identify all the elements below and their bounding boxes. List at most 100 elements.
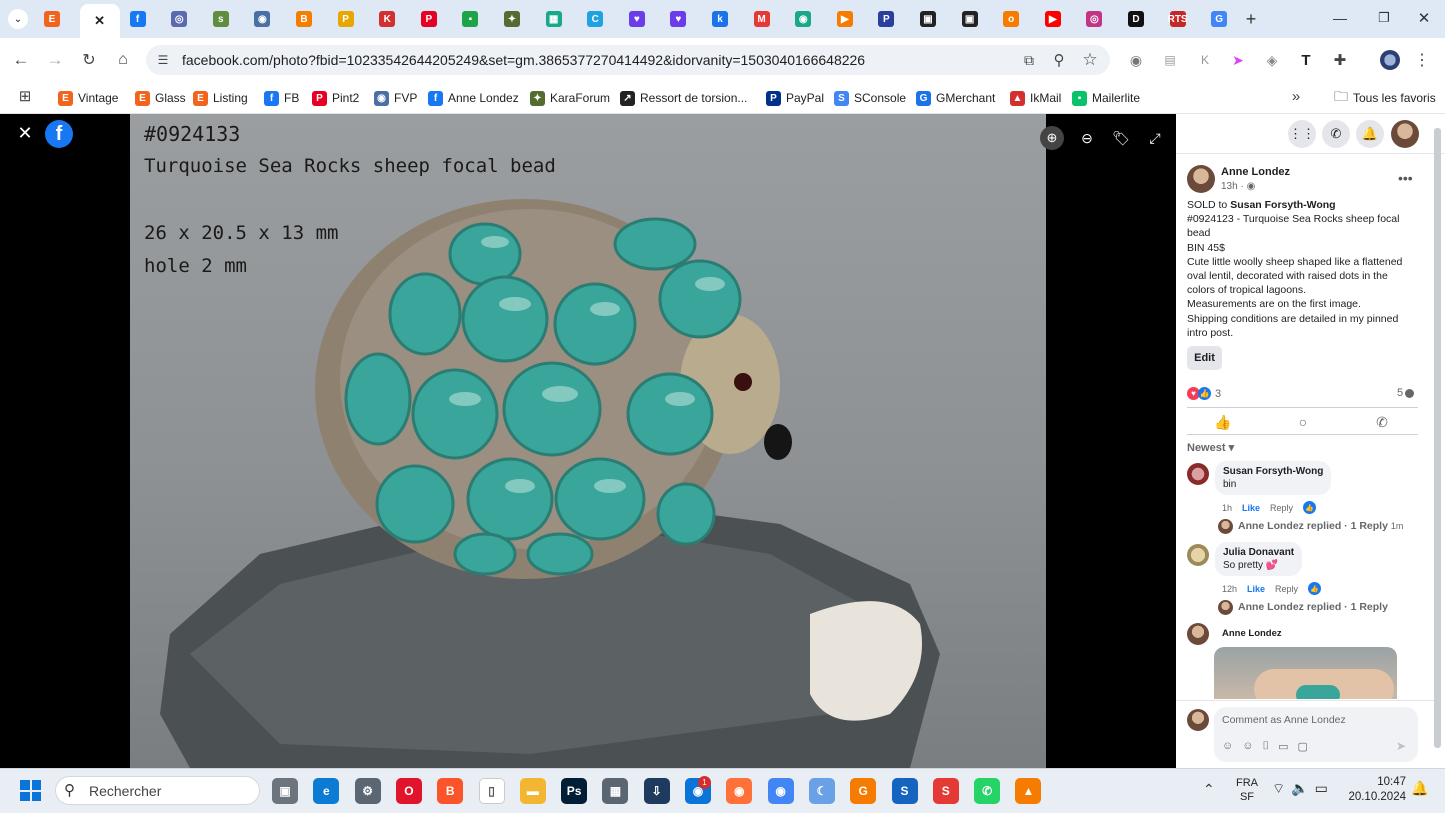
bookmark-item[interactable]: ↗ Ressort de torsion... [620,88,747,108]
comment-like-link[interactable]: Like [1242,503,1260,513]
bookmark-item[interactable]: f Anne Londez [428,88,519,108]
browser-tab[interactable]: k [706,6,734,32]
text-tool-icon[interactable]: T [1296,50,1316,70]
bookmark-star-icon[interactable]: ☆ [1080,50,1100,70]
browser-tab[interactable]: C [581,6,609,32]
browser-tab[interactable]: E [38,6,66,32]
brave-icon[interactable]: B [437,778,464,804]
bookmark-item[interactable]: P PayPal [766,88,824,108]
comment-author[interactable]: Susan Forsyth-Wong [1223,465,1323,478]
browser-tab[interactable]: B [290,6,318,32]
browser-tab[interactable]: ✦ [498,6,526,32]
browser-tab[interactable]: ▪ [456,6,484,32]
extensions-puzzle-icon[interactable]: ✚ [1330,50,1350,70]
replies-link[interactable]: Anne Londez replied · 1 Reply [1238,601,1388,613]
tag-icon[interactable]: 🏷 [1109,126,1133,150]
browser-tab[interactable]: ▣ [956,6,984,32]
photoshop-icon[interactable]: Ps [561,778,588,804]
gif-icon[interactable]: ▭ [1278,740,1288,753]
camera-icon[interactable]: ⌷ [1262,740,1269,753]
browser-tab[interactable]: ◉ [248,6,276,32]
forward-icon[interactable]: → [44,50,66,70]
browser-tab[interactable]: ▶ [831,6,859,32]
edit-button[interactable]: Edit [1187,346,1222,370]
like-action-icon[interactable]: 👍 [1212,413,1234,431]
post-time[interactable]: 13h · ◉ [1221,181,1255,192]
post-author[interactable]: Anne Londez [1221,166,1290,178]
tab-search-icon[interactable]: ⌄ [8,9,28,29]
comment-author[interactable]: Julia Donavant [1223,546,1294,559]
reaction-summary[interactable]: ♥ 👍 3 [1187,387,1221,400]
opera-icon[interactable]: O [395,778,422,804]
commenter-avatar[interactable] [1187,623,1209,645]
extension-icon[interactable]: ◈ [1262,50,1282,70]
browser-tab[interactable]: ✕ [79,4,120,38]
browser-tab[interactable]: D [1122,6,1150,32]
app-icon[interactable]: ⇩ [643,778,670,804]
comment-action-icon[interactable]: ○ [1292,413,1314,431]
apps-grid-icon[interactable]: ⊞ [16,87,34,105]
bookmark-item[interactable]: ▪ Mailerlite [1072,88,1140,108]
bookmark-item[interactable]: ▲ IkMail [1010,88,1061,108]
close-viewer-icon[interactable]: ✕ [14,122,36,144]
comment-like-link[interactable]: Like [1247,584,1265,594]
zoom-icon[interactable]: ⚲ [1049,50,1069,70]
back-icon[interactable]: ← [10,50,32,70]
reload-icon[interactable]: ↻ [78,50,100,70]
browser-tab[interactable]: ◎ [165,6,193,32]
comment-image[interactable] [1214,647,1397,699]
app-icon[interactable]: G [850,778,877,804]
messenger-icon[interactable]: ✆ [1322,120,1350,148]
more-bookmarks-icon[interactable]: » [1288,87,1304,105]
settings-icon[interactable]: ⚙ [354,778,381,804]
zoom-out-icon[interactable]: ⊖ [1075,126,1099,150]
extension-icon[interactable]: ◉ [1126,50,1146,70]
browser-tab[interactable]: o [997,6,1025,32]
bookmark-item[interactable]: E Listing [193,88,248,108]
account-avatar[interactable] [1391,120,1419,148]
zoom-in-icon[interactable]: ⊕ [1040,126,1064,150]
browser-tab[interactable]: P [415,6,443,32]
browser-tab[interactable]: ♥ [623,6,651,32]
bookmark-item[interactable]: E Glass [135,88,186,108]
url-text[interactable]: facebook.com/photo?fbid=1023354264420524… [182,52,865,68]
browser-tab[interactable]: ▶ [1039,6,1067,32]
browser-tab[interactable]: ▦ [540,6,568,32]
sold-to-link[interactable]: Susan Forsyth-Wong [1230,199,1335,211]
sticker-icon[interactable]: ▢ [1297,740,1307,753]
fullscreen-icon[interactable]: ⤢ [1143,126,1167,150]
panel-scrollbar[interactable] [1434,128,1441,748]
comments-count[interactable]: 5 [1397,387,1415,399]
browser-tab[interactable]: K [373,6,401,32]
tray-chevron-up-icon[interactable]: ⌃ [1203,781,1215,798]
wifi-icon[interactable]: ⌔ [1272,780,1285,798]
firefox-icon[interactable]: ◉ [726,778,753,804]
post-options-icon[interactable]: ••• [1398,170,1413,186]
comment-reply-link[interactable]: Reply [1275,584,1298,594]
whatsapp-share-icon[interactable]: ✆ [1371,413,1393,431]
notification-bell-icon[interactable]: 🔔 [1411,780,1428,797]
bookmark-item[interactable]: ✦ KaraForum [530,88,610,108]
install-app-icon[interactable]: ⧉ [1019,50,1039,70]
battery-icon[interactable]: ▭ [1315,780,1328,798]
extension-icon[interactable]: ▤ [1160,50,1180,70]
comment-reply-link[interactable]: Reply [1270,503,1293,513]
clock[interactable]: 10:47 20.10.2024 [1348,775,1406,805]
extension-icon[interactable]: ➤ [1228,50,1248,70]
author-avatar[interactable] [1187,165,1215,193]
facebook-logo-icon[interactable]: f [45,120,73,148]
emoji-icon[interactable]: ☺ [1242,740,1253,753]
notepad-icon[interactable]: ▯ [478,778,505,804]
commenter-avatar[interactable] [1187,463,1209,485]
all-favorites-folder[interactable]: 🗀 Tous les favoris [1334,88,1436,108]
windows-start-icon[interactable] [20,780,41,801]
home-icon[interactable]: ⌂ [112,50,134,70]
file-explorer-icon[interactable]: ▬ [519,778,546,804]
avatar-sticker-icon[interactable]: ☺ [1222,740,1233,753]
menu-dots-icon[interactable]: ⋮ [1414,50,1430,70]
comment-time[interactable]: 1h [1222,503,1232,513]
browser-tab[interactable]: G [1205,6,1233,32]
app-icon[interactable]: ☾ [808,778,835,804]
restore-icon[interactable]: ❐ [1372,8,1396,28]
chrome-icon[interactable]: ◉ [767,778,794,804]
